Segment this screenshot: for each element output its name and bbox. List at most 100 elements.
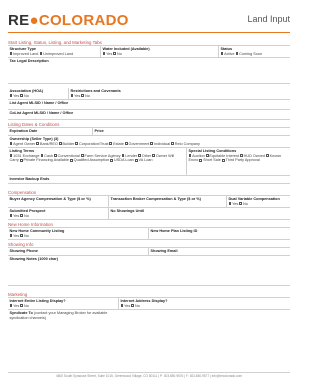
checkbox[interactable] [102, 52, 106, 55]
option-label: No [84, 93, 90, 98]
logo-dot-icon: ● [29, 12, 39, 29]
option-label: Auction [192, 153, 205, 158]
option-label: Equitable Interest [209, 153, 239, 158]
section-compensation: Compensation [8, 188, 290, 196]
checkbox[interactable] [235, 52, 239, 55]
section-showing: Showing Info [8, 240, 290, 248]
ownership-field: Ownership (Seller Type) (3) Agent Owner … [8, 136, 290, 147]
option-label: No [242, 201, 248, 206]
checkbox[interactable] [80, 154, 84, 157]
option-label: Third Party Approval [225, 158, 260, 163]
row-association: Association (HOA) Yes No Restrictions an… [8, 88, 290, 100]
dual-variable-field: Dual Variable Compensation Yes No [226, 196, 290, 207]
checkbox[interactable] [240, 154, 243, 157]
new-home-plan-label: New Home Plan Listing ID [150, 229, 198, 233]
checkbox[interactable] [188, 154, 192, 157]
row-marketing: Internet Entire Listing Display? Yes No … [8, 298, 290, 310]
checkbox[interactable] [9, 94, 13, 97]
checkbox[interactable] [20, 304, 24, 307]
option-label: No [23, 93, 29, 98]
checkbox[interactable] [228, 202, 232, 205]
option-label: Yes [232, 201, 239, 206]
footer-address: 4600 South Syracuse Street, Suite 1015, … [55, 374, 243, 378]
investor-backup-label: Investor Backup Ends [9, 177, 50, 181]
row-submitted: Submitted Prospect Yes No No Showings Un… [8, 208, 290, 220]
checkbox[interactable] [266, 154, 269, 157]
option-label: Private Financing Available [23, 158, 69, 163]
no-showings-field[interactable]: No Showings Until [108, 208, 290, 219]
row-tax-legal: Tax Legal Description [8, 58, 290, 84]
checkbox[interactable] [152, 154, 156, 157]
investor-backup-field[interactable]: Investor Backup Ends [8, 176, 290, 183]
checkbox[interactable] [131, 304, 135, 307]
checkbox[interactable] [58, 142, 62, 145]
checkbox[interactable] [120, 304, 124, 307]
checkbox[interactable] [138, 154, 141, 157]
showing-phone-label: Showing Phone [9, 249, 38, 253]
checkbox[interactable] [9, 52, 13, 55]
option-label: USDA Loan [113, 158, 134, 163]
checkbox[interactable] [9, 154, 13, 157]
checkbox[interactable] [20, 94, 24, 97]
checkbox[interactable] [9, 214, 13, 217]
row-investor: Investor Backup Ends [8, 176, 290, 184]
checkbox[interactable] [20, 214, 24, 217]
checkbox[interactable] [113, 52, 117, 55]
option-label: Yes [13, 93, 20, 98]
buyer-agency-field[interactable]: Buyer Agency Compensation & Type ($ or %… [8, 196, 108, 207]
row-ownership: Ownership (Seller Type) (3) Agent Owner … [8, 136, 290, 148]
checkbox[interactable] [75, 142, 79, 145]
option-label: 1031 Exchange [13, 153, 40, 158]
checkbox[interactable] [9, 234, 13, 237]
checkbox[interactable] [40, 154, 44, 157]
transaction-broker-field[interactable]: Transaction Broker Compensation & Type (… [108, 196, 226, 207]
row-dates: Expiration Date Price [8, 128, 290, 136]
tax-legal-field[interactable]: Tax Legal Description [8, 58, 290, 83]
form-page: RE●COLORADO Land Input Start Listing, St… [0, 0, 298, 386]
logo-re-text: RE [8, 12, 30, 29]
list-agent-field[interactable]: List Agent MLSID / Name / Office [8, 100, 290, 109]
checkbox[interactable] [36, 142, 40, 145]
showing-email-field[interactable]: Showing Email [148, 248, 290, 255]
row-structure: Structure Type Improved Land Unimproved … [8, 46, 290, 58]
new-home-plan-field[interactable]: New Home Plan Listing ID [148, 228, 290, 239]
showing-notes-field[interactable]: Showing Notes (1000 char) [8, 256, 290, 285]
checkbox[interactable] [54, 154, 57, 157]
checkbox[interactable] [9, 304, 13, 307]
row-new-home: New Home Community Listing Yes No New Ho… [8, 228, 290, 240]
syndicate-field[interactable]: Syndicate To (contact your Managing Brok… [8, 310, 118, 324]
price-field[interactable]: Price [92, 128, 290, 135]
checkbox[interactable] [39, 52, 43, 55]
colist-agent-field[interactable]: CoList Agent MLSID / Name / Office [8, 110, 290, 119]
restrictions-field: Restrictions and Covenants Yes No [68, 88, 290, 99]
listing-terms-field: Listing Terms 1031 Exchange Cash Convent… [8, 148, 186, 175]
checkbox[interactable] [81, 94, 85, 97]
expiration-field[interactable]: Expiration Date [8, 128, 92, 135]
checkbox[interactable] [110, 158, 114, 162]
option-label: No [23, 233, 29, 238]
checkbox[interactable] [109, 142, 113, 145]
header: RE●COLORADO Land Input [8, 10, 290, 33]
option-label: Government [128, 141, 150, 146]
option-label: Individual [154, 141, 171, 146]
option-label: Yes [74, 93, 81, 98]
row-showing: Showing Phone Showing Email [8, 248, 290, 256]
water-included-field: Water Included (Available) Yes No [100, 46, 218, 57]
buyer-agency-label: Buyer Agency Compensation & Type ($ or %… [9, 197, 91, 201]
structure-type-field: Structure Type Improved Land Unimproved … [8, 46, 100, 57]
checkbox[interactable] [20, 234, 24, 237]
checkbox[interactable] [70, 158, 73, 162]
checkbox[interactable] [171, 142, 174, 145]
option-label: Qualified Assumption [73, 158, 110, 163]
option-label: VA Loan [138, 158, 153, 163]
syndicate-label: Syndicate To [9, 311, 33, 315]
checkbox[interactable] [239, 202, 243, 205]
internet-display-field: Internet Entire Listing Display? Yes No [8, 298, 118, 309]
showing-phone-field[interactable]: Showing Phone [8, 248, 148, 255]
checkbox[interactable] [9, 142, 13, 145]
price-label: Price [94, 129, 104, 133]
checkbox[interactable] [199, 158, 203, 162]
checkbox[interactable] [70, 94, 74, 97]
checkbox[interactable] [150, 142, 154, 145]
checkbox[interactable] [220, 52, 224, 55]
